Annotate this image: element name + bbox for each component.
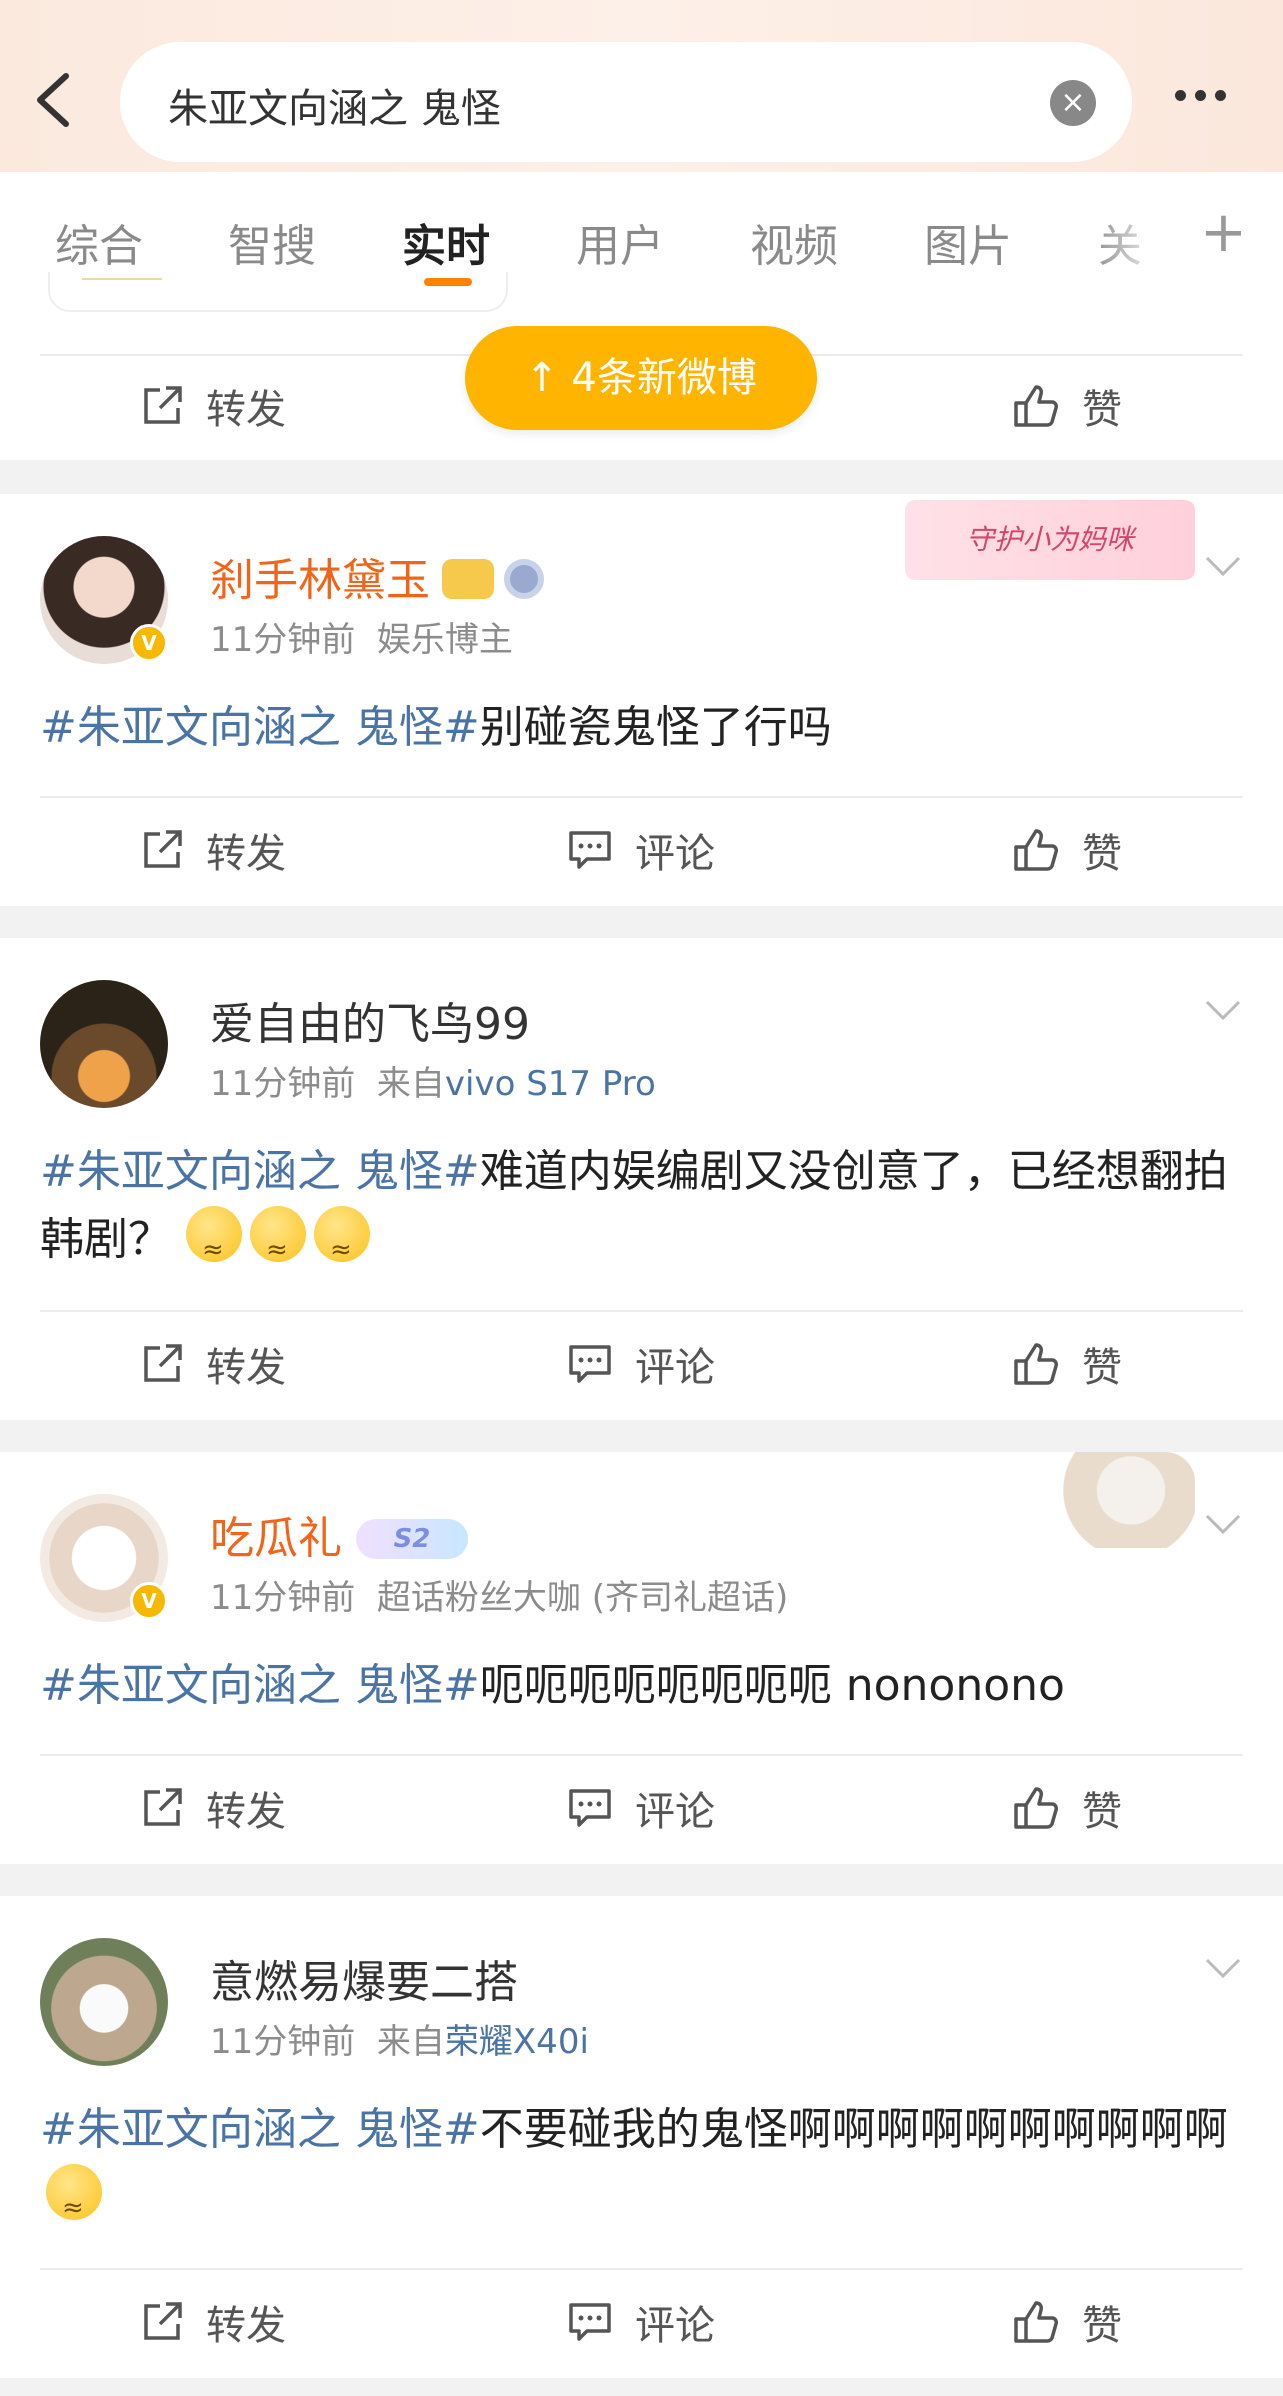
comment-icon bbox=[569, 831, 611, 869]
like-icon bbox=[1014, 1787, 1058, 1829]
repost-icon bbox=[144, 1344, 182, 1382]
comment-button[interactable]: 评论 bbox=[567, 2272, 715, 2372]
tab-fade bbox=[1090, 172, 1200, 292]
repost-icon bbox=[144, 830, 182, 868]
post-card: V 刹手林黛玉 11分钟前 娱乐博主 守护小为妈咪 #朱亚文向涵之 鬼怪#别碰瓷… bbox=[0, 494, 1283, 906]
card-decoration-image bbox=[1035, 1452, 1195, 1548]
like-icon bbox=[1014, 385, 1058, 427]
like-button[interactable]: 赞 bbox=[1012, 800, 1122, 900]
camera-badge-icon bbox=[504, 559, 544, 599]
post-card: 爱自由的飞鸟99 11分钟前 来自vivo S17 Pro #朱亚文向涵之 鬼怪… bbox=[0, 938, 1283, 1420]
post-meta: 11分钟前 来自荣耀X40i bbox=[210, 2022, 589, 2062]
verified-badge-icon: V bbox=[130, 1582, 168, 1620]
more-icon[interactable] bbox=[1175, 86, 1241, 116]
like-button[interactable]: 赞 bbox=[1012, 1758, 1122, 1858]
tab-comprehensive[interactable]: 综合 bbox=[55, 210, 143, 274]
divider bbox=[40, 2268, 1243, 2270]
comment-button[interactable]: 评论 bbox=[567, 800, 715, 900]
like-icon bbox=[1014, 829, 1058, 871]
search-input[interactable]: 朱亚文向涵之 鬼怪 × bbox=[120, 42, 1132, 162]
chevron-down-icon[interactable] bbox=[1205, 1512, 1241, 1536]
divider bbox=[40, 1754, 1243, 1756]
comment-icon bbox=[569, 1345, 611, 1383]
like-button[interactable]: 赞 bbox=[1012, 1314, 1122, 1414]
sweat-emoji-icon bbox=[186, 1206, 242, 1284]
sweat-emoji-icon bbox=[250, 1206, 306, 1284]
divider bbox=[40, 1310, 1243, 1312]
like-button[interactable]: 赞 bbox=[1012, 2272, 1122, 2372]
comment-icon bbox=[569, 1789, 611, 1827]
tab-images[interactable]: 图片 bbox=[924, 210, 1012, 274]
post-meta: 11分钟前 娱乐博主 bbox=[210, 620, 513, 660]
new-posts-button[interactable]: ↑ 4条新微博 bbox=[465, 326, 817, 430]
avatar[interactable] bbox=[40, 980, 168, 1108]
topic-tag[interactable]: #朱亚文向涵之 鬼怪# bbox=[40, 1146, 480, 1197]
clear-icon[interactable]: × bbox=[1050, 80, 1096, 126]
repost-button[interactable]: 转发 bbox=[140, 2272, 286, 2372]
repost-button[interactable]: 转发 bbox=[140, 1314, 286, 1414]
post-card: V 吃瓜礼 S2 11分钟前 超话粉丝大咖 (齐司礼超话) #朱亚文向涵之 鬼怪#… bbox=[0, 1452, 1283, 1864]
post-card: 意燃易爆要二搭 11分钟前 来自荣耀X40i #朱亚文向涵之 鬼怪#不要碰我的鬼… bbox=[0, 1896, 1283, 2378]
post-meta: 11分钟前 来自vivo S17 Pro bbox=[210, 1064, 656, 1104]
eye-roll-emoji-icon bbox=[46, 2164, 102, 2242]
post-text: #朱亚文向涵之 鬼怪#别碰瓷鬼怪了行吗 bbox=[40, 702, 832, 753]
comment-icon bbox=[569, 2303, 611, 2341]
sweat-emoji-icon bbox=[314, 1206, 370, 1284]
like-button[interactable]: 赞 bbox=[1012, 356, 1122, 456]
post-text: #朱亚文向涵之 鬼怪#不要碰我的鬼怪啊啊啊啊啊啊啊啊啊啊 bbox=[40, 2096, 1243, 2242]
tab-smart-search[interactable]: 智搜 bbox=[228, 210, 316, 274]
repost-icon bbox=[144, 1788, 182, 1826]
vip-crown-icon bbox=[442, 559, 494, 599]
like-icon bbox=[1014, 1343, 1058, 1385]
topic-tag[interactable]: #朱亚文向涵之 鬼怪# bbox=[40, 702, 480, 753]
chevron-down-icon[interactable] bbox=[1205, 998, 1241, 1022]
add-tab-icon[interactable]: + bbox=[1200, 200, 1247, 265]
repost-button[interactable]: 转发 bbox=[140, 356, 286, 456]
repost-button[interactable]: 转发 bbox=[140, 1758, 286, 1858]
repost-icon bbox=[144, 386, 182, 424]
action-bar: 转发 评论 赞 bbox=[0, 1314, 1283, 1414]
topic-tag[interactable]: #朱亚文向涵之 鬼怪# bbox=[40, 2104, 480, 2155]
repost-button[interactable]: 转发 bbox=[140, 800, 286, 900]
post-meta: 11分钟前 超话粉丝大咖 (齐司礼超话) bbox=[210, 1578, 789, 1618]
verified-badge-icon: V bbox=[130, 624, 168, 662]
comment-button[interactable]: 评论 bbox=[567, 1314, 715, 1414]
back-icon[interactable] bbox=[30, 70, 78, 130]
topic-tag[interactable]: #朱亚文向涵之 鬼怪# bbox=[40, 1660, 480, 1711]
post-text: #朱亚文向涵之 鬼怪#难道内娱编剧又没创意了，已经想翻拍韩剧？ bbox=[40, 1138, 1243, 1284]
quoted-content bbox=[48, 272, 508, 312]
username[interactable]: 爱自由的飞鸟99 bbox=[210, 988, 530, 1052]
like-icon bbox=[1014, 2301, 1058, 2343]
tab-users[interactable]: 用户 bbox=[576, 210, 664, 274]
card-decoration: 守护小为妈咪 bbox=[905, 500, 1195, 580]
tab-realtime[interactable]: 实时 bbox=[402, 210, 490, 274]
post-text: #朱亚文向涵之 鬼怪#呃呃呃呃呃呃呃呃 nononono bbox=[40, 1660, 1065, 1711]
search-query: 朱亚文向涵之 鬼怪 bbox=[168, 86, 501, 132]
chevron-down-icon[interactable] bbox=[1205, 554, 1241, 578]
comment-button[interactable]: 评论 bbox=[567, 1758, 715, 1858]
avatar[interactable] bbox=[40, 1938, 168, 2066]
username[interactable]: 意燃易爆要二搭 bbox=[210, 1946, 518, 2010]
chevron-down-icon[interactable] bbox=[1205, 1956, 1241, 1980]
action-bar: 转发 评论 赞 bbox=[0, 1758, 1283, 1858]
repost-icon bbox=[144, 2302, 182, 2340]
search-header: 朱亚文向涵之 鬼怪 × bbox=[0, 0, 1283, 172]
username[interactable]: 吃瓜礼 S2 bbox=[210, 1502, 468, 1566]
action-bar: 转发 评论 赞 bbox=[0, 800, 1283, 900]
action-bar: 转发 评论 赞 bbox=[0, 2272, 1283, 2372]
super-topic-badge: S2 bbox=[356, 1519, 468, 1559]
tab-video[interactable]: 视频 bbox=[750, 210, 838, 274]
username[interactable]: 刹手林黛玉 bbox=[210, 544, 544, 608]
divider bbox=[40, 796, 1243, 798]
